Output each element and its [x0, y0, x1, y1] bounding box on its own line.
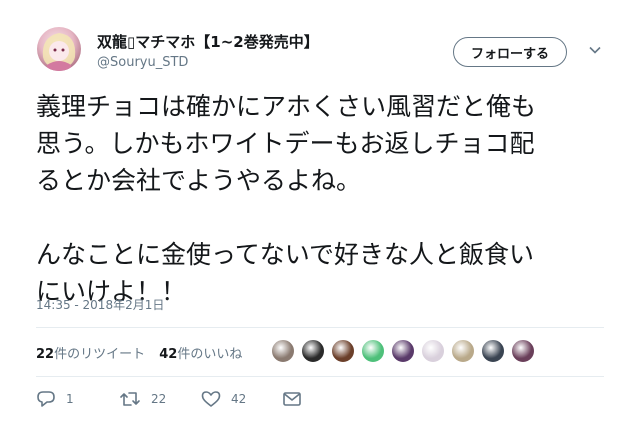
engagement-stats: 22件のリツイート 42件のいいね	[36, 343, 252, 362]
retweet-action-count: 22	[151, 392, 167, 406]
timestamp[interactable]: 14:35 - 2018年2月1日	[36, 296, 164, 313]
liker-avatar[interactable]	[301, 339, 325, 363]
liker-avatar[interactable]	[421, 339, 445, 363]
like-action-count: 42	[231, 392, 247, 406]
liker-avatar[interactable]	[481, 339, 505, 363]
liker-avatar[interactable]	[331, 339, 355, 363]
like-label: 件のいいね	[177, 347, 243, 362]
liker-avatar[interactable]	[451, 339, 475, 363]
divider	[36, 376, 604, 377]
liker-avatar[interactable]	[271, 339, 295, 363]
tweet-text: 義理チョコは確かにアホくさい風習だと俺も 思う。しかもホワイトデーもお返しチョコ…	[36, 92, 537, 306]
like-stat[interactable]: 42件のいいね	[159, 347, 242, 362]
heart-icon	[201, 391, 221, 407]
username-handle[interactable]: @Souryu_STD	[97, 55, 188, 70]
tweet-card: 双龍▯マチマホ【1~2巻発売中】 @Souryu_STD フォローする 義理チョ…	[0, 0, 640, 434]
reply-count: 1	[66, 392, 74, 406]
reply-icon	[37, 391, 55, 407]
retweet-label: 件のリツイート	[54, 347, 146, 362]
retweet-icon	[120, 392, 140, 406]
display-name[interactable]: 双龍▯マチマホ【1~2巻発売中】	[97, 31, 319, 52]
direct-message-button[interactable]	[282, 388, 302, 410]
like-button[interactable]: 42	[201, 388, 246, 410]
follow-button[interactable]: フォローする	[453, 37, 567, 67]
avatar[interactable]	[37, 27, 81, 71]
retweet-count: 22	[36, 347, 55, 362]
retweet-stat[interactable]: 22件のリツイート	[36, 347, 145, 362]
divider	[36, 327, 604, 328]
avatar-illustration	[42, 33, 76, 71]
like-count: 42	[159, 347, 178, 362]
envelope-icon	[283, 392, 301, 406]
liker-avatar[interactable]	[391, 339, 415, 363]
liker-avatar[interactable]	[511, 339, 535, 363]
reply-button[interactable]: 1	[36, 388, 74, 410]
retweet-button[interactable]: 22	[119, 388, 166, 410]
liker-avatar[interactable]	[361, 339, 385, 363]
chevron-down-icon[interactable]	[589, 46, 601, 54]
